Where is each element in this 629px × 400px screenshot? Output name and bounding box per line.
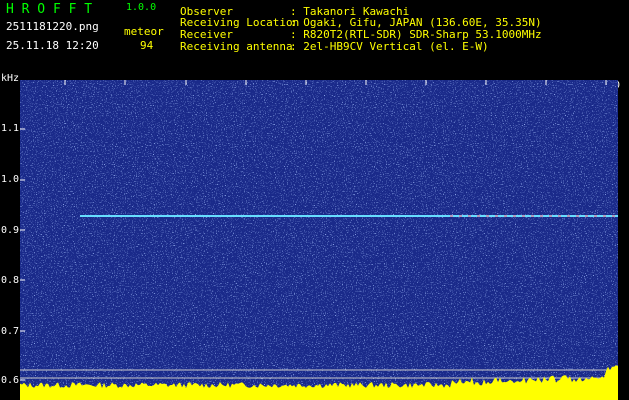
- date-time: 25.11.18 12:20: [6, 39, 99, 52]
- freq-tick-label: 0.6: [1, 375, 20, 386]
- location-value: : Ogaki, Gifu, JAPAN (136.60E, 35.35N): [290, 16, 542, 29]
- file-name: 2511181220.png: [6, 20, 99, 33]
- meteor-label: meteor: [124, 25, 164, 38]
- receiver-label: Receiver: [180, 28, 233, 41]
- spectrogram: [20, 80, 618, 400]
- freq-tick-label: 1.1: [1, 123, 20, 134]
- freq-tick-label: 0.9: [1, 225, 20, 236]
- freq-tick-label: 0.7: [1, 326, 20, 337]
- axis-unit: kHz: [1, 73, 20, 84]
- meteor-count: 94: [140, 39, 154, 52]
- antenna-value: : 2el-HB9CV Vertical (el. E-W): [290, 40, 489, 53]
- location-label: Receiving Location: [180, 16, 300, 29]
- app-version: 1.0.0: [126, 2, 157, 13]
- noise-layer: [20, 80, 618, 400]
- freq-tick-label: 1.0: [1, 174, 20, 185]
- app-title: H R O F F T: [6, 2, 93, 17]
- antenna-label: Receiving antenna: [180, 40, 293, 53]
- receiver-value: : R820T2(RTL-SDR) SDR-Sharp 53.1000MHz: [290, 28, 542, 41]
- freq-tick-label: 0.8: [1, 275, 20, 286]
